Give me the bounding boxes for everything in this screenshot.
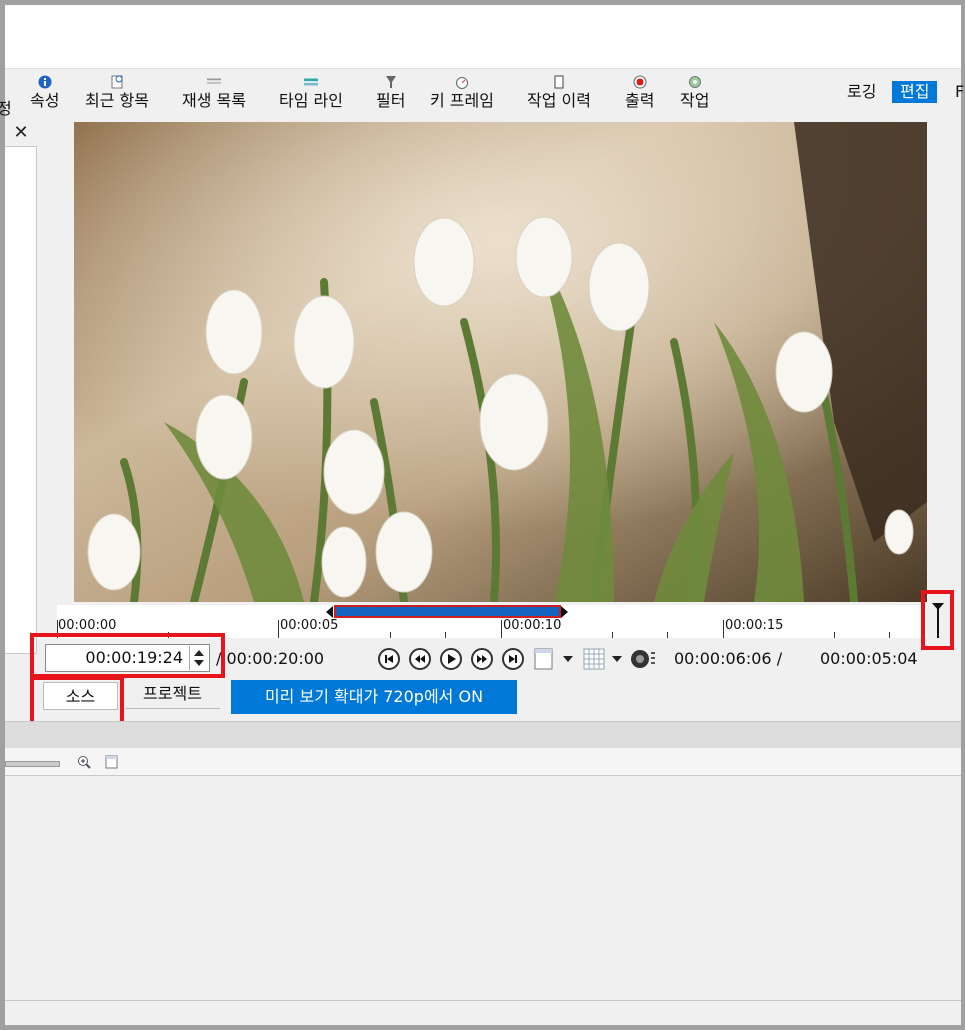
play-icon	[448, 654, 456, 664]
toolbar-history-button[interactable]: 작업 이력	[527, 75, 591, 111]
history-icon	[554, 75, 564, 89]
ruler-tick	[834, 632, 835, 638]
ruler-tick	[612, 632, 613, 638]
main-toolbar: 정 속성 최근 항목 재생 목록 타임 라인 필터 키 프레임 작업 이력 출력…	[0, 68, 964, 121]
in-out-selection-bar[interactable]	[334, 605, 561, 618]
playlist-icon	[206, 78, 221, 84]
toolbar-keyframe-button[interactable]: 키 프레임	[430, 75, 494, 111]
ruler-tick	[390, 632, 391, 638]
ruler-label: 00:00:05	[280, 618, 339, 633]
video-preview	[74, 122, 927, 602]
timeline-tracks-area	[5, 776, 961, 1001]
zoom-in-icon[interactable]	[77, 755, 91, 769]
total-duration-label: / 00:00:20:00	[216, 649, 325, 668]
out-point-marker[interactable]	[561, 606, 568, 618]
toolbar-item-label: 속성	[30, 91, 60, 110]
zoom-slider[interactable]	[5, 761, 60, 767]
toolbar-properties-button[interactable]: 속성	[30, 75, 59, 111]
in-point-marker[interactable]	[326, 606, 333, 618]
mode-cut-label[interactable]: F	[947, 81, 964, 103]
mode-logging-button[interactable]: 로깅	[839, 81, 884, 103]
volume-icon[interactable]	[630, 648, 656, 670]
ruler-label: 00:00:15	[725, 618, 784, 633]
zoom-fit-icon[interactable]	[534, 648, 554, 670]
skip-to-end-button[interactable]	[502, 648, 524, 670]
toolbar-item-label: 작업	[680, 91, 710, 110]
tab-project[interactable]: 프로젝트	[125, 680, 220, 709]
preview-scaling-banner: 미리 보기 확대가 720p에서 ON	[231, 680, 517, 714]
toolbar-timeline-button[interactable]: 타임 라인	[279, 75, 343, 111]
play-button[interactable]	[440, 648, 462, 670]
ruler-tick	[889, 632, 890, 638]
selection-duration-label: 00:00:05:04	[820, 649, 918, 668]
timeline-header-bar	[5, 721, 961, 749]
toolbar-cut-label: 정	[0, 99, 12, 118]
ruler-label: 00:00:10	[503, 618, 562, 633]
spin-up-icon[interactable]	[194, 650, 204, 656]
tab-source[interactable]: 소스	[43, 682, 118, 710]
keyframe-icon	[455, 77, 468, 89]
left-dock-panel	[5, 122, 37, 654]
close-icon[interactable]: ✕	[5, 120, 37, 147]
jobs-icon	[688, 76, 701, 88]
toolbar-item-label: 최근 항목	[85, 91, 149, 110]
ruler-tick	[445, 632, 446, 638]
toolbar-item-label: 출력	[625, 91, 655, 110]
fast-forward-icon	[477, 655, 487, 663]
toolbar-filter-button[interactable]: 필터	[376, 75, 405, 111]
toolbar-item-label: 필터	[376, 91, 406, 110]
toolbar-item-label: 작업 이력	[527, 91, 591, 110]
recent-icon	[111, 75, 123, 89]
chevron-down-icon[interactable]	[611, 655, 623, 663]
grid-icon[interactable]	[583, 648, 605, 670]
snowdrop-flowers-image	[74, 122, 927, 602]
rewind-icon	[415, 655, 425, 663]
export-icon	[633, 75, 647, 89]
ruler-tick	[501, 620, 502, 638]
ruler-label: 00:00:00	[58, 618, 117, 633]
playhead-icon[interactable]	[931, 602, 945, 638]
spin-down-icon[interactable]	[194, 660, 204, 666]
fast-forward-button[interactable]	[471, 648, 493, 670]
skip-start-icon	[385, 655, 393, 663]
ruler-tick	[667, 632, 668, 638]
toolbar-jobs-button[interactable]: 작업	[680, 75, 709, 111]
info-icon	[38, 75, 52, 89]
ruler-tick	[723, 620, 724, 638]
title-area	[5, 5, 961, 68]
ruler-tick	[278, 620, 279, 638]
chevron-down-icon[interactable]	[562, 655, 574, 663]
skip-end-icon	[509, 655, 517, 663]
zoom-fit-timeline-icon[interactable]	[105, 755, 119, 769]
skip-to-start-button[interactable]	[378, 648, 400, 670]
toolbar-export-button[interactable]: 출력	[625, 75, 654, 111]
time-spinner[interactable]	[189, 646, 208, 670]
timeline-icon	[303, 78, 318, 86]
toolbar-recent-button[interactable]: 최근 항목	[85, 75, 149, 111]
mode-editing-button[interactable]: 편집	[892, 81, 938, 103]
toolbar-playlist-button[interactable]: 재생 목록	[182, 75, 246, 111]
filter-icon	[385, 76, 396, 88]
toolbar-item-label: 키 프레임	[430, 91, 494, 110]
toolbar-item-label: 타임 라인	[279, 91, 343, 110]
current-time-field[interactable]: 00:00:19:24	[45, 644, 210, 672]
in-point-time-label: 00:00:06:06 /	[674, 649, 783, 668]
timeline-zoom-bar	[5, 748, 961, 776]
rewind-button[interactable]	[409, 648, 431, 670]
toolbar-item-label: 재생 목록	[182, 91, 246, 110]
